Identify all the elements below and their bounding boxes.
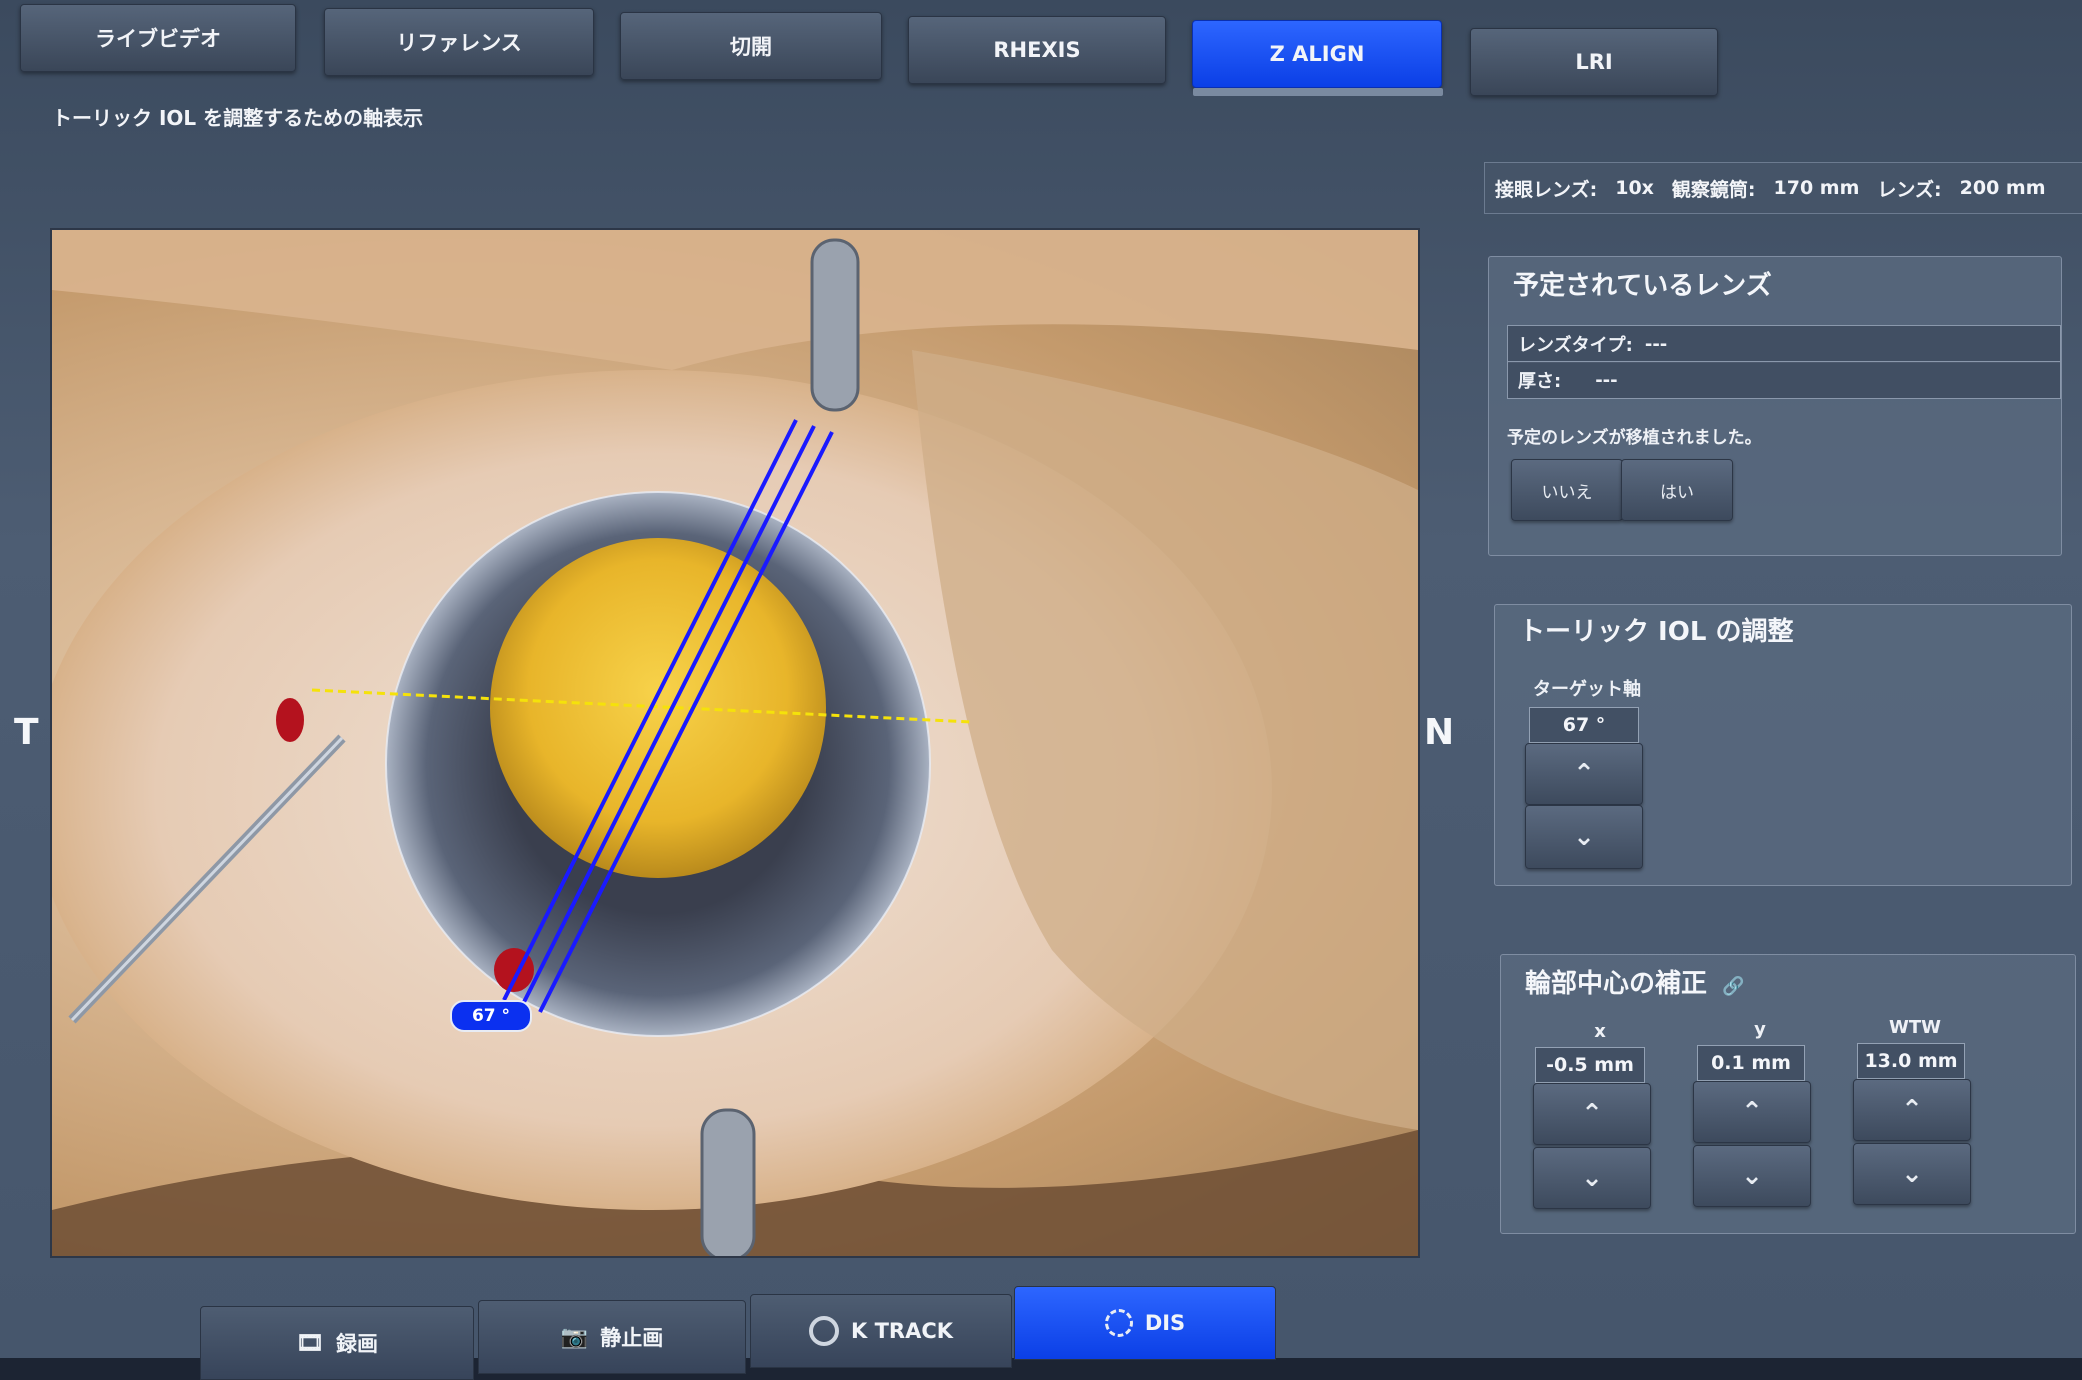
nasal-marker: N [1424, 712, 1455, 753]
still-image-label: 静止画 [600, 1326, 664, 1350]
target-axis-value: 67 ° [1529, 707, 1639, 743]
tab-live-video[interactable]: ライブビデオ [20, 4, 296, 72]
chevron-down-icon: ⌄ [1573, 822, 1595, 852]
camera-icon: 📷 [560, 1324, 589, 1350]
chevron-down-icon: ⌄ [1901, 1159, 1923, 1189]
film-icon: 🎞 [296, 1330, 324, 1356]
wtw-label: WTW [1889, 1017, 1941, 1038]
yes-button[interactable]: はい [1621, 459, 1733, 521]
planned-lens-panel: 予定されているレンズ レンズタイプ: --- 厚さ: --- 予定のレンズが移植… [1488, 256, 2062, 556]
y-up-button[interactable]: ⌃ [1693, 1081, 1811, 1143]
chevron-down-icon: ⌄ [1741, 1161, 1763, 1191]
dis-label: DIS [1144, 1311, 1186, 1335]
lens-type-value: --- [1644, 333, 1668, 355]
x-down-button[interactable]: ⌄ [1533, 1147, 1651, 1209]
chevron-up-icon: ⌃ [1581, 1099, 1603, 1129]
y-label: y [1754, 1019, 1766, 1040]
no-button[interactable]: いいえ [1511, 459, 1623, 521]
tab-rhexis[interactable]: RHEXIS [908, 16, 1166, 84]
tube-label: 観察鏡筒: [1671, 178, 1756, 201]
eyepiece-label: 接眼レンズ: [1495, 178, 1598, 201]
wtw-down-button[interactable]: ⌄ [1853, 1143, 1971, 1205]
x-label: x [1594, 1021, 1606, 1042]
planned-lens-title: 予定されているレンズ [1513, 271, 1772, 301]
optics-info-bar: 接眼レンズ: 10x 観察鏡筒: 170 mm レンズ: 200 mm [1484, 162, 2082, 214]
active-tab-indicator [1193, 88, 1443, 96]
lens-label: レンズ: [1877, 178, 1942, 201]
link-icon: 🔗 [1722, 976, 1745, 997]
tab-reference[interactable]: リファレンス [324, 8, 594, 76]
screen: ライブビデオ リファレンス 切開 RHEXIS Z ALIGN LRI トーリッ… [0, 0, 2082, 1380]
tube-value: 170 mm [1773, 177, 1860, 199]
surgical-video-view[interactable]: 67 ° [50, 228, 1420, 1258]
lens-value: 200 mm [1959, 177, 2046, 199]
toric-iol-title: トーリック IOL の調整 [1519, 617, 1794, 647]
bottom-toolbar: 🎞 録画 📷 静止画 K TRACK DIS [200, 1286, 1280, 1380]
thickness-row: 厚さ: --- [1507, 361, 2061, 399]
thickness-label: 厚さ: [1518, 371, 1562, 392]
dis-button[interactable]: DIS [1014, 1286, 1276, 1360]
dis-icon [1104, 1309, 1133, 1337]
chevron-up-icon: ⌃ [1741, 1097, 1763, 1127]
x-value: -0.5 mm [1535, 1047, 1645, 1083]
k-track-button[interactable]: K TRACK [750, 1294, 1012, 1368]
k-track-label: K TRACK [850, 1319, 954, 1343]
eye-image [52, 230, 1418, 1256]
still-image-button[interactable]: 📷 静止画 [478, 1300, 746, 1374]
y-value: 0.1 mm [1697, 1045, 1805, 1081]
chevron-up-icon: ⌃ [1901, 1095, 1923, 1125]
target-axis-up-button[interactable]: ⌃ [1525, 743, 1643, 805]
implanted-question: 予定のレンズが移植されました。 [1507, 428, 1762, 448]
record-label: 録画 [335, 1332, 378, 1356]
lens-type-row: レンズタイプ: --- [1507, 325, 2061, 363]
tab-z-align[interactable]: Z ALIGN [1192, 20, 1442, 88]
axis-angle-badge: 67 ° [450, 1000, 532, 1032]
chevron-down-icon: ⌄ [1581, 1163, 1603, 1193]
tab-incision[interactable]: 切開 [620, 12, 882, 80]
wtw-up-button[interactable]: ⌃ [1853, 1079, 1971, 1141]
limbus-center-title-text: 輪部中心の補正 [1525, 969, 1708, 999]
target-axis-label: ターゲット軸 [1533, 679, 1641, 700]
toric-iol-panel: トーリック IOL の調整 ターゲット軸 67 ° ⌃ ⌄ [1494, 604, 2072, 886]
target-axis-down-button[interactable]: ⌄ [1525, 805, 1643, 869]
thickness-value: --- [1595, 369, 1618, 391]
wtw-value: 13.0 mm [1857, 1043, 1965, 1079]
limbus-center-panel: 輪部中心の補正 🔗 x -0.5 mm ⌃ ⌄ y 0.1 mm ⌃ ⌄ WTW… [1500, 954, 2076, 1234]
page-title: トーリック IOL を調整するための軸表示 [52, 106, 424, 130]
tab-bar: ライブビデオ リファレンス 切開 RHEXIS Z ALIGN LRI [20, 4, 2080, 96]
tab-lri[interactable]: LRI [1470, 28, 1718, 96]
circle-icon [808, 1316, 839, 1346]
x-up-button[interactable]: ⌃ [1533, 1083, 1651, 1145]
record-button[interactable]: 🎞 録画 [200, 1306, 474, 1380]
chevron-up-icon: ⌃ [1573, 759, 1595, 789]
limbus-center-title: 輪部中心の補正 🔗 [1525, 963, 1745, 1000]
eyepiece-value: 10x [1615, 177, 1654, 199]
temporal-marker: T [14, 712, 39, 753]
lens-type-label: レンズタイプ: [1518, 335, 1633, 356]
y-down-button[interactable]: ⌄ [1693, 1145, 1811, 1207]
